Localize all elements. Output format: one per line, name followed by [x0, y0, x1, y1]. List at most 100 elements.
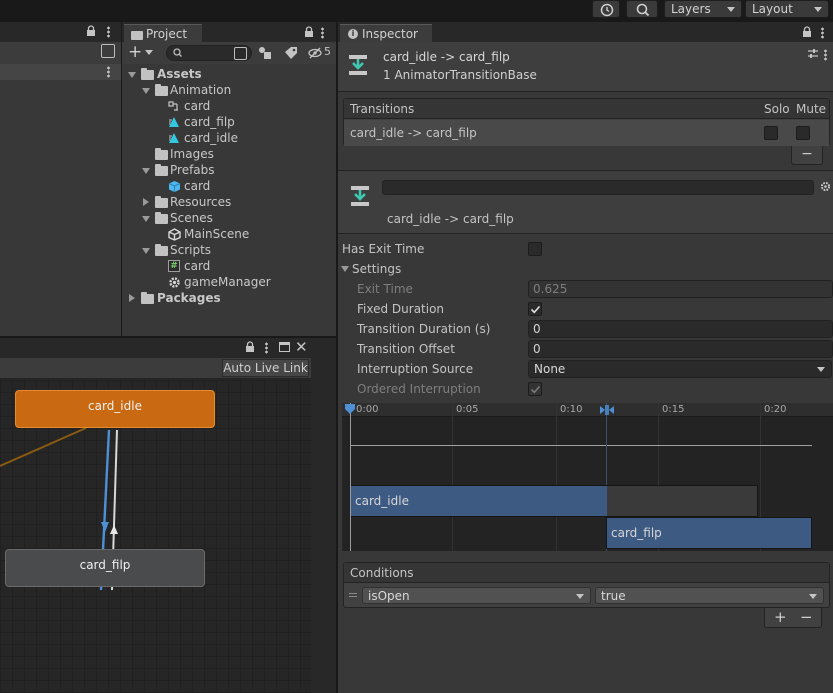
has-exit-time-checkbox[interactable] — [528, 242, 542, 256]
kebab-menu-icon[interactable] — [107, 66, 110, 78]
chevron-down-icon — [576, 594, 584, 599]
transition-icon — [351, 186, 369, 206]
tab-project[interactable]: Project — [124, 24, 202, 44]
drag-handle-icon[interactable] — [349, 593, 357, 597]
transition-handle-icon[interactable] — [598, 404, 616, 416]
transition-row[interactable]: card_idle -> card_filp — [344, 120, 829, 146]
hidden-packages-icon[interactable] — [308, 46, 322, 63]
timeline-tick-label: 0:20 — [764, 404, 787, 415]
solo-checkbox[interactable] — [764, 126, 778, 140]
expand-arrow-icon[interactable] — [143, 198, 149, 206]
folder-icon — [141, 292, 154, 304]
tab-project-label: Project — [146, 27, 188, 41]
filter-type-icon[interactable] — [258, 46, 272, 63]
layout-dropdown[interactable]: Layout — [745, 0, 829, 18]
add-condition-button[interactable]: + — [774, 608, 787, 626]
kebab-menu-icon[interactable] — [824, 49, 827, 61]
kebab-menu-icon[interactable] — [821, 27, 824, 39]
tree-label: Prefabs — [170, 163, 215, 177]
lock-icon[interactable] — [802, 26, 812, 41]
search-by-type-icon[interactable] — [234, 47, 247, 60]
layers-label: Layers — [671, 2, 711, 16]
kebab-menu-icon[interactable] — [265, 342, 268, 354]
transition-offset-value: 0 — [533, 342, 541, 356]
tab-inspector[interactable]: i Inspector — [340, 24, 432, 44]
chevron-down-icon[interactable] — [145, 50, 153, 55]
tree-label: Animation — [170, 83, 232, 97]
transition-row-label: card_idle -> card_filp — [350, 126, 477, 140]
history-button[interactable] — [592, 0, 620, 18]
condition-value-dropdown[interactable]: true — [595, 587, 824, 604]
transition-offset-input[interactable]: 0 — [528, 340, 833, 358]
remove-transition-button[interactable]: − — [791, 146, 823, 165]
clip-bar-label: card_filp — [611, 526, 662, 540]
scene-picker-icon[interactable] — [101, 44, 115, 58]
project-panel: Project + 5 Assets Animation card card_f… — [122, 22, 336, 336]
animator-tabbar: ✕ — [0, 338, 311, 358]
preset-sliders-icon[interactable] — [807, 48, 819, 60]
filter-label-icon[interactable] — [284, 46, 298, 63]
expand-arrow-icon[interactable] — [142, 88, 150, 94]
maximize-icon[interactable] — [279, 342, 290, 352]
exit-time-label: Exit Time — [357, 282, 413, 296]
splitter[interactable] — [121, 22, 122, 336]
timeline-playhead — [350, 403, 351, 551]
state-node-card-filp[interactable]: card_filp — [5, 549, 205, 587]
transition-timeline[interactable]: 0:00 0:05 0:10 0:15 0:20 card_idle card_… — [342, 403, 833, 551]
mute-header-label: Mute — [796, 102, 827, 116]
lock-icon[interactable] — [245, 341, 255, 356]
settings-foldout[interactable]: Settings — [352, 261, 401, 277]
animator-panel: ✕ Auto Live Link card_idle card_filp — [0, 338, 311, 693]
fixed-duration-checkbox[interactable] — [528, 302, 542, 316]
close-icon[interactable]: ✕ — [295, 338, 308, 356]
clip-bar-label: card_idle — [355, 494, 409, 508]
state-node-card-idle[interactable]: card_idle — [15, 390, 215, 428]
lock-icon[interactable] — [304, 26, 314, 41]
hierarchy-row[interactable] — [0, 64, 121, 80]
hierarchy-panel — [0, 22, 121, 336]
transition-line-entry — [0, 427, 87, 467]
expand-arrow-icon[interactable] — [142, 168, 150, 174]
condition-footer: + − — [764, 608, 822, 628]
expand-arrow-icon[interactable] — [129, 294, 135, 302]
timeline-tick-label: 0:00 — [356, 404, 379, 415]
tab-inspector-label: Inspector — [362, 27, 418, 41]
expand-arrow-icon[interactable] — [142, 248, 150, 254]
timeline-tick-label: 0:05 — [456, 404, 479, 415]
condition-parameter-dropdown[interactable]: isOpen — [362, 587, 591, 604]
kebab-menu-icon[interactable] — [321, 27, 324, 39]
exit-time-value: 0.625 — [533, 282, 568, 296]
splitter[interactable] — [0, 336, 337, 338]
transition-name-input[interactable] — [382, 180, 814, 195]
lock-icon[interactable] — [86, 25, 96, 40]
expand-arrow-icon[interactable] — [341, 266, 349, 272]
chevron-down-icon — [809, 594, 817, 599]
transition-offset-label: Transition Offset — [357, 342, 455, 356]
remove-condition-button[interactable]: − — [800, 608, 813, 626]
playhead-marker-icon[interactable] — [344, 403, 356, 415]
expand-arrow-icon[interactable] — [128, 72, 136, 78]
folder-icon — [155, 84, 168, 96]
layers-dropdown[interactable]: Layers — [664, 0, 742, 18]
create-plus-icon[interactable]: + — [128, 43, 142, 61]
animation-clip-icon — [169, 117, 179, 127]
expand-arrow-icon[interactable] — [142, 216, 150, 222]
mute-checkbox[interactable] — [796, 126, 810, 140]
condition-row[interactable]: isOpen true — [344, 584, 829, 608]
interruption-source-dropdown[interactable]: None — [528, 360, 832, 378]
hierarchy-tabbar — [0, 22, 121, 42]
timeline-curve-line — [350, 445, 812, 446]
transition-duration-input[interactable]: 0 — [528, 320, 833, 338]
clip-bar-card-filp[interactable]: card_filp — [606, 517, 812, 549]
gear-icon[interactable] — [820, 181, 831, 192]
exit-time-input: 0.625 — [528, 280, 833, 298]
transition-duration-value: 0 — [533, 322, 541, 336]
clip-bar-card-idle[interactable]: card_idle — [350, 485, 758, 517]
tree-label: Packages — [157, 291, 221, 305]
folder-icon — [155, 212, 168, 224]
auto-live-link-button[interactable]: Auto Live Link — [222, 359, 309, 377]
kebab-menu-icon[interactable] — [107, 26, 110, 38]
search-button[interactable] — [626, 0, 658, 18]
animator-graph[interactable]: card_idle card_filp — [0, 380, 311, 693]
inspector-panel: i Inspector card_idle -> card_filp 1 Ani… — [338, 22, 833, 693]
